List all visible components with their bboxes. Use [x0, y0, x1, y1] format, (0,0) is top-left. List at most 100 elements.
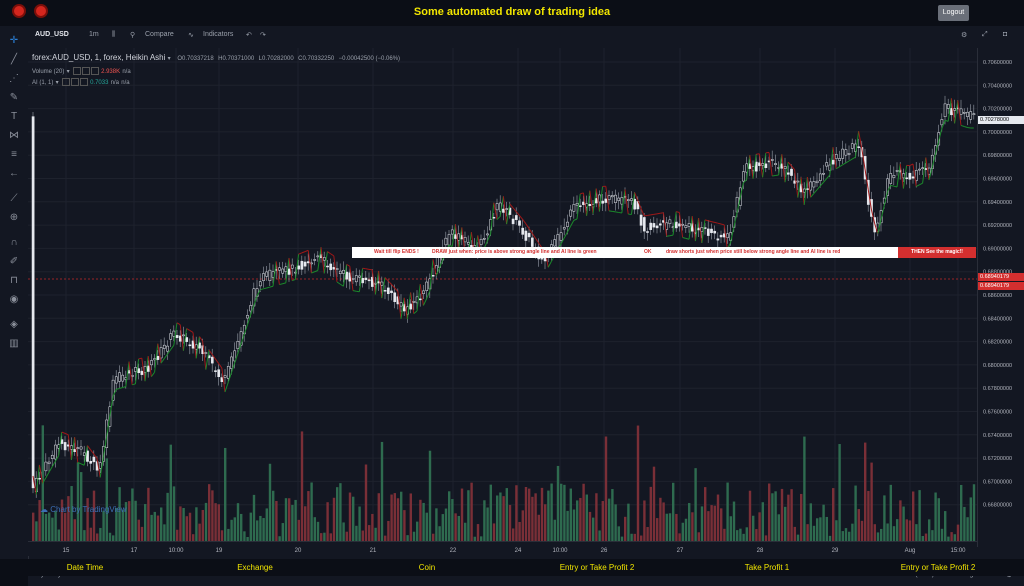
ai-line-segment	[324, 252, 327, 274]
ai-line-segment	[497, 216, 500, 219]
annotation-text-4: draw shorts just when price still below …	[666, 247, 840, 258]
price-tick-label: 0.67000000	[983, 479, 1012, 485]
annotation-magic: THEN See the magic!!	[898, 247, 976, 258]
time-tick-label: Aug	[905, 548, 916, 554]
undo-icon[interactable]: ↶	[246, 31, 252, 39]
fib-icon[interactable]: ⋰	[7, 72, 21, 86]
ai-line-segment	[654, 214, 657, 215]
indicators-button[interactable]: Indicators	[203, 31, 233, 38]
ai-line-segment	[353, 291, 356, 292]
volume-bar	[502, 496, 504, 547]
legend-symbol[interactable]: forex:AUD_USD, 1, forex, Heikin Ashi	[32, 53, 165, 62]
trend-line-icon[interactable]: ╱	[7, 53, 21, 67]
volume-bar	[333, 498, 335, 547]
candle	[211, 357, 213, 363]
drawing-toolbar: ✛ ╱ ⋰ ✎ T ⋈ ≡ ← ⟋ ⊕ ∩ ✐ ⊓ ◉ ◈ ▥	[0, 26, 29, 559]
candle	[765, 164, 767, 168]
screenshot-icon[interactable]: ◘	[1003, 31, 1007, 38]
candle	[224, 376, 226, 378]
candle	[966, 112, 968, 116]
current-price-tag: 0.70278000	[978, 116, 1024, 124]
candle	[970, 112, 972, 120]
time-tick-label: 10:00	[168, 548, 184, 554]
volume-bar	[307, 491, 309, 547]
tradingview-watermark[interactable]: ☁ Chart by TradingView	[40, 505, 127, 514]
ai-label[interactable]: AI (1, 1)	[32, 80, 53, 86]
ai-line-segment	[609, 211, 612, 212]
symbol-search[interactable]: AUD_USD	[35, 31, 69, 38]
eye-icon[interactable]: ◉	[7, 293, 21, 307]
candle	[285, 267, 287, 272]
ai-line-segment	[859, 131, 862, 148]
price-tick-label: 0.67600000	[983, 410, 1012, 416]
volume-bar	[550, 484, 552, 547]
candle	[304, 262, 306, 266]
prediction-icon[interactable]: ≡	[7, 148, 21, 162]
volume-bar	[528, 489, 530, 547]
compare-icon[interactable]: ⚲	[130, 31, 135, 39]
candle	[653, 223, 655, 227]
candle	[803, 189, 805, 192]
text-icon[interactable]: T	[7, 110, 21, 124]
interval-selector[interactable]: 1m	[89, 31, 99, 38]
trash-icon[interactable]: ▥	[7, 337, 21, 351]
candle	[336, 269, 338, 270]
brush-icon[interactable]: ✎	[7, 91, 21, 105]
lock-icon[interactable]: ⊓	[7, 274, 21, 288]
chart-plot-area[interactable]: forex:AUD_USD, 1, forex, Heikin Ashi ▾ O…	[28, 48, 977, 547]
candle	[630, 199, 632, 201]
candle	[323, 257, 325, 260]
volume-label[interactable]: Volume (20)	[32, 69, 64, 75]
volume-bar	[394, 493, 396, 547]
volume-bar	[269, 464, 271, 547]
candle	[333, 267, 335, 269]
candle	[77, 448, 79, 449]
volume-bar	[515, 485, 517, 547]
lock-drawing-icon[interactable]: ✐	[7, 255, 21, 269]
candle	[906, 178, 908, 179]
back-arrow-icon[interactable]: ←	[7, 167, 21, 181]
volume-bar	[451, 499, 453, 547]
ai-line-segment	[612, 211, 615, 212]
ai-line-segment	[388, 281, 391, 284]
time-axis[interactable]: 151710:00192021222410:0026272829Aug15:00	[28, 541, 977, 556]
settings-icon[interactable]: ⚙	[961, 31, 967, 39]
candle	[922, 168, 924, 169]
fullscreen-icon[interactable]: ⤢	[982, 31, 988, 39]
candle	[147, 366, 149, 372]
ai-line-segment	[187, 329, 190, 331]
candle	[579, 206, 581, 207]
candlestick-chart[interactable]	[28, 48, 977, 547]
zoom-icon[interactable]: ⊕	[7, 211, 21, 225]
crosshair-icon[interactable]: ✛	[7, 34, 21, 48]
layers-icon[interactable]: ◈	[7, 318, 21, 332]
ruler-icon[interactable]: ⟋	[7, 192, 21, 206]
candle	[48, 462, 50, 464]
compare-button[interactable]: Compare	[145, 31, 174, 38]
candle	[762, 163, 764, 165]
candle	[576, 203, 578, 205]
candle	[314, 259, 316, 260]
logout-button[interactable]: Logout	[938, 5, 969, 21]
magnet-icon[interactable]: ∩	[7, 236, 21, 250]
ai-line-segment	[715, 222, 718, 223]
volume-bar	[381, 442, 383, 547]
candle	[602, 201, 604, 203]
time-tick-label: 15:00	[950, 548, 966, 554]
indicators-icon[interactable]: ∿	[188, 31, 194, 39]
redo-icon[interactable]: ↷	[260, 31, 266, 39]
ai-line-segment	[110, 396, 113, 416]
footer-exchange: Exchange	[237, 563, 273, 572]
volume-bar	[582, 484, 584, 547]
candle	[90, 461, 92, 463]
ai-line-segment	[769, 152, 772, 176]
volume-bar	[867, 491, 869, 547]
volume-legend: Volume (20) ▾ 2.938K n/a	[32, 66, 131, 75]
volume-bar	[586, 495, 588, 547]
candle	[374, 283, 376, 284]
volume-bar	[726, 483, 728, 547]
ai-line-segment	[414, 311, 417, 314]
chart-type-icon[interactable]: ⫼	[112, 31, 115, 39]
candle	[918, 169, 920, 170]
pattern-icon[interactable]: ⋈	[7, 129, 21, 143]
